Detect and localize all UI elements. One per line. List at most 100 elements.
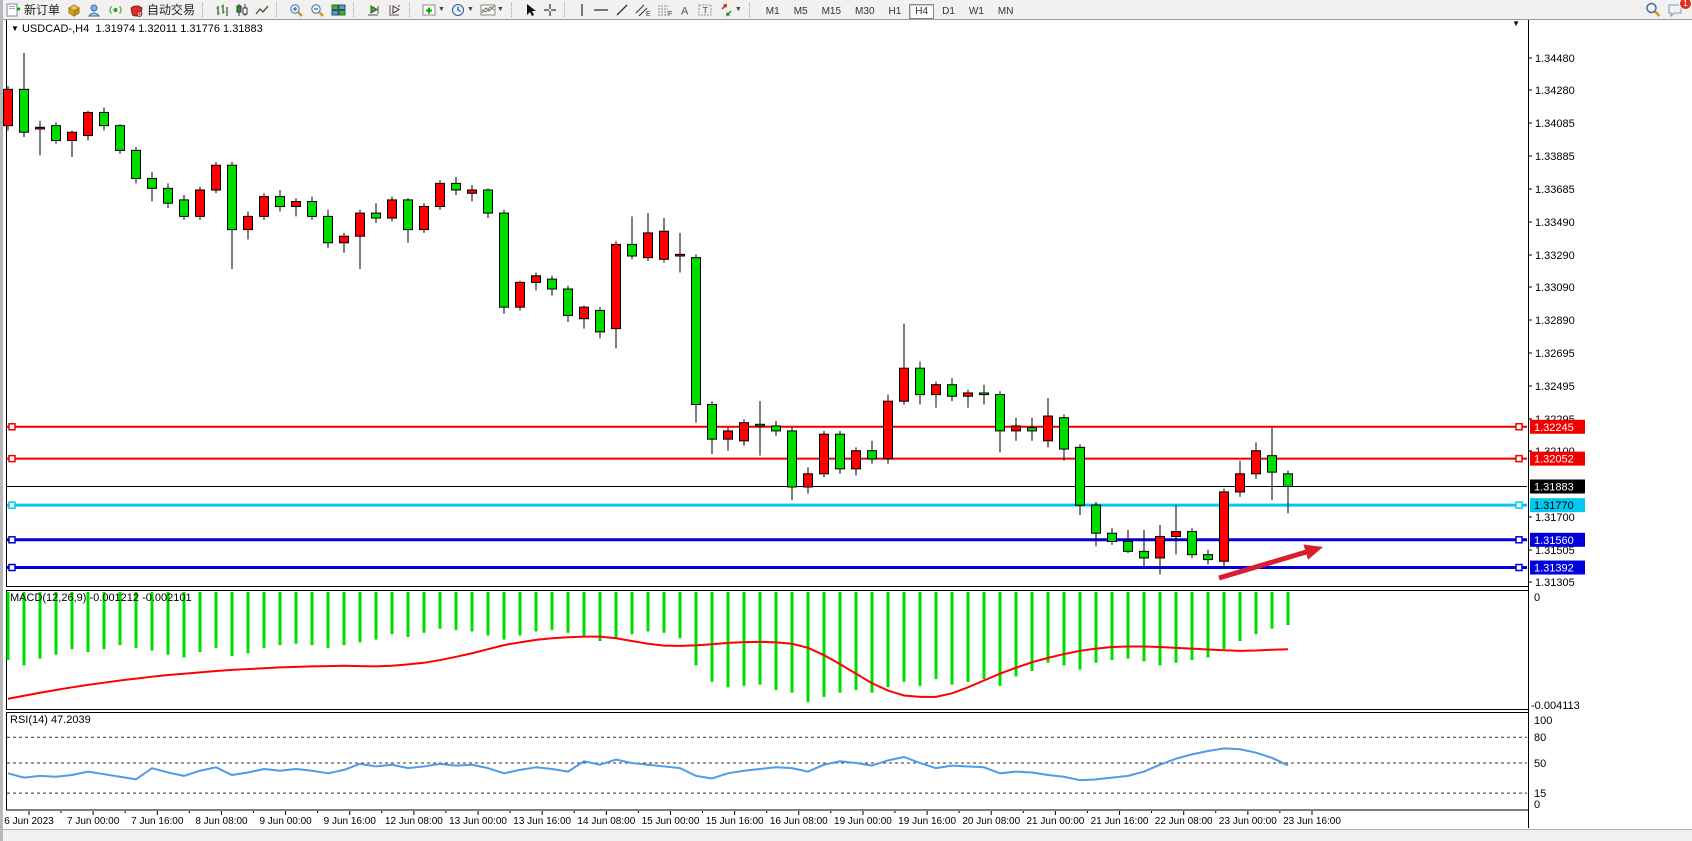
zoom-in-icon <box>289 3 304 17</box>
cloud-user-icon <box>87 3 102 17</box>
hline-handle <box>1516 565 1522 571</box>
indicators-button[interactable]: ▼ <box>419 1 448 18</box>
time-tick-label: 19 Jun 00:00 <box>834 816 892 827</box>
candle-body <box>676 254 685 256</box>
timeframe-button-m15[interactable]: M15 <box>816 4 847 19</box>
scale-menu-icon[interactable]: ▼ <box>1512 19 1520 28</box>
trendline-button[interactable] <box>612 1 632 18</box>
horizontal-line-button[interactable] <box>590 1 612 18</box>
candle-body <box>356 213 365 236</box>
arrows-button[interactable]: ▼ <box>716 1 745 18</box>
svg-text:-0.004113: -0.004113 <box>1531 700 1580 712</box>
time-tick-label: 21 Jun 16:00 <box>1091 816 1149 827</box>
candle-body <box>20 89 29 132</box>
price-tick-label: 1.33290 <box>1535 250 1575 262</box>
gold-cube-button[interactable] <box>63 1 84 18</box>
chart-title: ▼ USDCAD-,H4 1.31974 1.32011 1.31776 1.3… <box>11 23 263 35</box>
rsi-indicator-label: RSI(14) 47.2039 <box>10 714 91 726</box>
rsi-tick-label: 100 <box>1534 715 1552 727</box>
candle-body <box>276 197 285 207</box>
candle-body <box>1204 555 1213 560</box>
candle-body <box>228 165 237 229</box>
new-order-label: 新订单 <box>24 1 60 18</box>
toolbar-separator <box>276 3 283 17</box>
autotrading-icon <box>129 3 144 17</box>
signal-button[interactable] <box>105 1 126 18</box>
time-tick-label: 6 Jun 2023 <box>4 816 54 827</box>
price-tick-label: 1.32495 <box>1535 381 1575 393</box>
price-line-badge-text: 1.31770 <box>1534 500 1574 512</box>
templates-button[interactable]: ▼ <box>477 1 507 18</box>
indicator-axes: 0-0.0041131008050150 <box>1531 592 1580 811</box>
candle-body <box>420 207 429 230</box>
symbol-label: USDCAD-,H4 <box>22 23 89 35</box>
candle-body <box>996 395 1005 431</box>
tile-windows-button[interactable] <box>328 1 349 18</box>
candle-body <box>1252 451 1261 474</box>
text-button[interactable]: A <box>676 1 695 18</box>
timeframe-button-w1[interactable]: W1 <box>963 4 990 19</box>
timeframe-button-mn[interactable]: MN <box>992 4 1020 19</box>
candle-body <box>100 112 109 125</box>
candle-body <box>724 431 733 439</box>
candle-body <box>388 200 397 218</box>
time-tick-label: 19 Jun 16:00 <box>898 816 956 827</box>
candle-body <box>484 190 493 213</box>
text-label-button[interactable]: T <box>695 1 716 18</box>
hline-handle <box>9 456 15 462</box>
rsi-value: 47.2039 <box>51 714 91 726</box>
periods-button[interactable]: ▼ <box>448 1 477 18</box>
crosshair-button[interactable] <box>540 1 560 18</box>
price-line-badge-text: 1.32052 <box>1534 454 1574 466</box>
arrows-icon <box>719 3 734 17</box>
autotrading-label: 自动交易 <box>147 1 195 18</box>
candlestick-chart-button[interactable] <box>232 1 252 18</box>
time-tick-label: 15 Jun 16:00 <box>706 816 764 827</box>
cloud-user-button[interactable] <box>84 1 105 18</box>
fibonacci-button[interactable]: F <box>654 1 676 18</box>
search-icon <box>1645 2 1661 17</box>
timeframe-button-m5[interactable]: M5 <box>788 4 814 19</box>
vertical-line-button[interactable] <box>574 1 590 18</box>
autoscroll-button[interactable] <box>363 1 384 18</box>
hline-handle <box>9 537 15 543</box>
macd-signal-value: -0.002101 <box>142 592 192 604</box>
symbol-dropdown-icon[interactable]: ▼ <box>11 24 19 33</box>
candle-body <box>820 434 829 474</box>
timeframe-button-m1[interactable]: M1 <box>760 4 786 19</box>
svg-text:0: 0 <box>1534 592 1540 604</box>
candle-body <box>740 423 749 441</box>
zoom-out-button[interactable] <box>307 1 328 18</box>
candle-body <box>852 451 861 469</box>
main-pane <box>7 19 1529 587</box>
line-chart-icon <box>255 3 269 17</box>
time-tick-label: 8 Jun 08:00 <box>195 816 248 827</box>
cursor-button[interactable] <box>521 1 540 18</box>
time-tick-label: 14 Jun 08:00 <box>577 816 635 827</box>
price-tick-label: 1.31700 <box>1535 512 1575 524</box>
zoom-in-button[interactable] <box>286 1 307 18</box>
notifications-button[interactable]: 1 <box>1664 1 1686 18</box>
chart-shift-button[interactable] <box>384 1 405 18</box>
search-button[interactable] <box>1642 1 1664 18</box>
new-order-button[interactable]: 新订单 <box>3 1 63 18</box>
timeframe-button-h4[interactable]: H4 <box>909 4 934 19</box>
candle-body <box>564 289 573 315</box>
line-chart-button[interactable] <box>252 1 272 18</box>
new-order-icon <box>6 3 21 17</box>
candle-body <box>580 307 589 319</box>
equidistant-channel-button[interactable]: E <box>632 1 654 18</box>
chart-canvas[interactable]: 1.344801.342801.340851.338851.336851.334… <box>3 18 1692 841</box>
candle-body <box>260 197 269 217</box>
timeframe-button-m30[interactable]: M30 <box>849 4 880 19</box>
candle-body <box>1092 505 1101 533</box>
autotrading-button[interactable]: 自动交易 <box>126 1 198 18</box>
timeframe-button-h1[interactable]: H1 <box>883 4 908 19</box>
hline-handle <box>9 502 15 508</box>
candle-body <box>868 451 877 459</box>
hline-handle <box>1516 456 1522 462</box>
timeframe-button-d1[interactable]: D1 <box>936 4 961 19</box>
candle-body <box>900 368 909 401</box>
time-tick-label: 15 Jun 00:00 <box>642 816 700 827</box>
bar-chart-button[interactable] <box>212 1 232 18</box>
